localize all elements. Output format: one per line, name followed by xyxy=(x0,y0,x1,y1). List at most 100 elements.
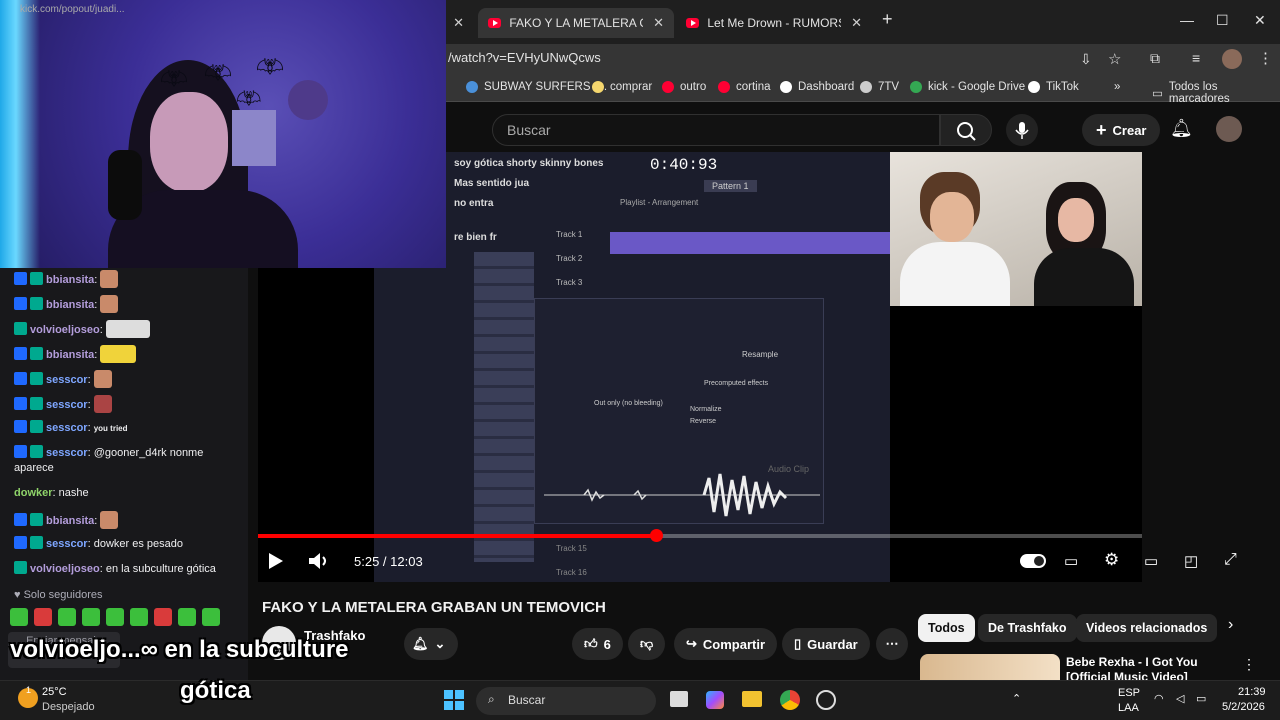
chat-username[interactable]: bbiansita xyxy=(46,274,94,286)
emote-bar[interactable] xyxy=(10,608,240,628)
emote[interactable] xyxy=(178,608,196,626)
emote[interactable] xyxy=(130,608,148,626)
dislike-button[interactable]: 👎︎ xyxy=(628,628,666,660)
chat-username[interactable]: sesscor xyxy=(46,447,88,459)
create-button[interactable]: + Crear xyxy=(1082,114,1161,146)
emote[interactable] xyxy=(154,608,172,626)
mic-button[interactable] xyxy=(1006,114,1038,146)
cast-icon[interactable]: ◰ xyxy=(1184,552,1198,570)
chevron-right-icon[interactable]: › xyxy=(1228,616,1233,634)
recommended-title[interactable]: Bebe Rexha - I Got You [Official Music V… xyxy=(1066,655,1236,680)
daw-clip xyxy=(610,232,900,254)
chat-username[interactable]: sesscor xyxy=(46,422,88,434)
settings-icon[interactable]: ⚙ xyxy=(1104,550,1119,570)
thumbs-down-icon: 👎︎ xyxy=(640,636,654,651)
chip-videos-relacionados[interactable]: Videos relacionados xyxy=(1076,614,1218,642)
volume-icon xyxy=(309,553,326,569)
windows-start-icon[interactable] xyxy=(444,690,464,710)
close-icon[interactable]: ✕ xyxy=(653,15,664,31)
close-window-button[interactable]: ✕ xyxy=(1254,12,1266,29)
clock-time[interactable]: 21:39 xyxy=(1238,686,1266,698)
chat-username[interactable]: volvioeljoseo xyxy=(30,563,100,575)
chat-username[interactable]: bbiansita xyxy=(46,299,94,311)
chat-username[interactable]: dowker xyxy=(14,487,53,499)
chat-username[interactable]: bbiansita xyxy=(46,515,94,527)
battery-icon[interactable]: ▭ xyxy=(1196,692,1206,705)
volume-button[interactable] xyxy=(308,552,330,575)
chip-todos[interactable]: Todos xyxy=(918,614,975,642)
emote[interactable] xyxy=(10,608,28,626)
bookmark-label: SUBWAY SURFERS -... xyxy=(484,81,608,93)
like-button[interactable]: 👍︎ 6 xyxy=(572,628,623,660)
emote[interactable] xyxy=(106,608,124,626)
chat-text: nashe xyxy=(58,487,89,499)
obs-icon[interactable] xyxy=(816,690,836,710)
chat-text: en la subculture gótica xyxy=(105,563,216,575)
extensions-icon[interactable]: ⧉ xyxy=(1150,50,1160,67)
chat-message: bbiansita: xyxy=(14,345,240,363)
emote[interactable] xyxy=(82,608,100,626)
chat-username[interactable]: volvioeljoseo xyxy=(30,324,100,336)
chat-username[interactable]: sesscor xyxy=(46,538,88,550)
bookmark-kick-drive[interactable]: kick - Google Drive xyxy=(910,81,1025,93)
popout-url: kick.com/popout/juadi... xyxy=(20,4,125,15)
more-bookmarks-icon[interactable]: » xyxy=(1114,81,1120,93)
star-icon[interactable]: ☆ xyxy=(1108,50,1121,68)
fullscreen-icon[interactable]: ⤢ xyxy=(1224,551,1237,569)
bookmark-tiktok[interactable]: TikTok xyxy=(1028,81,1079,93)
tab-let-me-drown[interactable]: Let Me Drown - RUMORS - You ✕ xyxy=(676,8,872,38)
minimize-button[interactable]: — xyxy=(1180,12,1194,28)
search-button[interactable] xyxy=(940,114,992,146)
bookmark-dashboard[interactable]: Dashboard xyxy=(780,81,854,93)
chrome-icon[interactable] xyxy=(780,690,800,710)
new-tab-button[interactable]: + xyxy=(882,9,893,30)
play-button[interactable] xyxy=(268,552,284,575)
close-icon[interactable]: ✕ xyxy=(851,15,862,31)
menu-icon[interactable]: ⋮ xyxy=(1258,49,1273,67)
notifications-icon[interactable]: 🔔︎ xyxy=(1170,118,1193,139)
chat-username[interactable]: bbiansita xyxy=(46,349,94,361)
bookmark-subway[interactable]: SUBWAY SURFERS -... xyxy=(466,81,607,93)
keyboard-layout[interactable]: LAA xyxy=(1118,702,1139,714)
wifi-icon[interactable]: ◠ xyxy=(1154,692,1164,705)
subtitles-icon[interactable]: ▭ xyxy=(1064,552,1078,570)
close-icon[interactable]: ✕ xyxy=(453,15,464,31)
task-view-icon[interactable] xyxy=(670,691,688,707)
volume-icon[interactable]: ◁ xyxy=(1176,692,1184,705)
copilot-icon[interactable] xyxy=(706,691,724,709)
share-button[interactable]: ↪ Compartir xyxy=(674,628,778,660)
maximize-button[interactable]: ☐ xyxy=(1216,12,1229,29)
chat-username[interactable]: sesscor xyxy=(46,399,88,411)
tab-fako-video[interactable]: FAKO Y LA METALERA GRABAN ✕ xyxy=(478,8,674,38)
bookmark-comprar[interactable]: comprar xyxy=(592,81,652,93)
more-vert-icon[interactable]: ⋮ xyxy=(1242,656,1256,673)
save-button[interactable]: ▯ Guardar xyxy=(782,628,870,660)
tray-chevron-icon[interactable]: ⌃ xyxy=(1012,692,1021,705)
emote[interactable] xyxy=(34,608,52,626)
more-actions-button[interactable]: ⋯ xyxy=(876,628,908,660)
language[interactable]: ESP xyxy=(1118,687,1140,699)
recommended-thumbnail[interactable] xyxy=(920,654,1060,680)
caption-line-2: gótica xyxy=(180,677,251,704)
chip-de-trashfako[interactable]: De Trashfako xyxy=(978,614,1077,642)
url-field[interactable]: /watch?v=EVHyUNwQcws xyxy=(448,50,601,65)
install-icon[interactable]: ⇩ xyxy=(1080,51,1092,68)
taskbar-search[interactable]: Buscar xyxy=(476,687,656,715)
avatar[interactable] xyxy=(1216,116,1242,142)
media-icon[interactable]: ≡ xyxy=(1192,50,1200,66)
bookmark-outro[interactable]: outro xyxy=(662,81,706,93)
theater-mode-icon[interactable]: ▭ xyxy=(1144,552,1158,570)
autoplay-toggle[interactable] xyxy=(1020,554,1046,568)
emote[interactable] xyxy=(58,608,76,626)
profile-avatar[interactable] xyxy=(1222,49,1242,69)
progress-scrubber[interactable] xyxy=(649,529,663,542)
file-explorer-icon[interactable] xyxy=(742,691,762,707)
bookmark-7tv[interactable]: 7TV xyxy=(860,81,899,93)
progress-bar[interactable] xyxy=(258,529,1142,542)
search-input[interactable]: Buscar xyxy=(492,114,940,146)
bookmark-cortina[interactable]: cortina xyxy=(718,81,771,93)
subscribe-bell-button[interactable]: 🔔︎ ⌄ xyxy=(404,628,458,660)
emote[interactable] xyxy=(202,608,220,626)
chat-username[interactable]: sesscor xyxy=(46,374,88,386)
clock-date[interactable]: 5/2/2026 xyxy=(1222,701,1265,713)
